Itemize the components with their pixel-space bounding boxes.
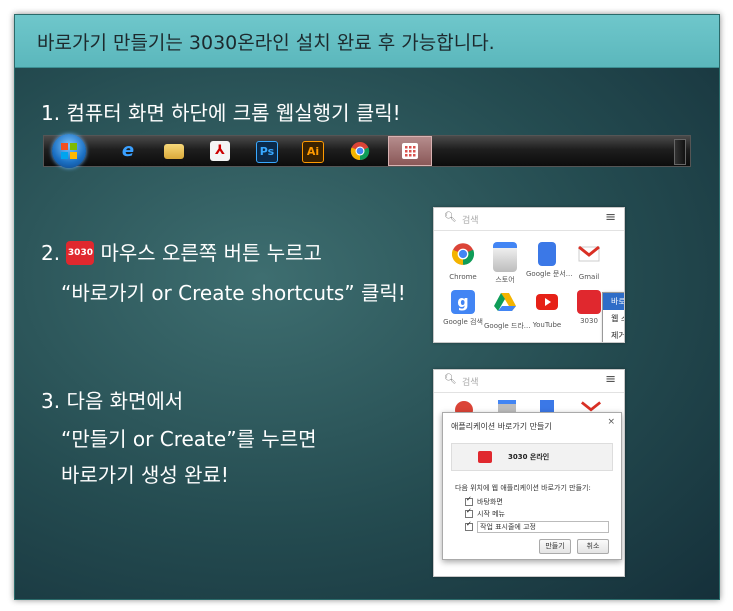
app-launcher-screenshot: 🔍︎ 검색 ≡ Chrome 스토어 Google 문서... Gmail g … [433,207,625,343]
chrome-icon [350,142,370,161]
web-store-icon [493,242,517,272]
photoshop-icon: Ps [256,141,278,163]
option-pin-taskbar[interactable]: 작업 표시줄에 고정 [465,520,609,533]
checkbox-checked-icon[interactable] [465,495,473,506]
app-gmail[interactable]: Gmail [568,242,610,281]
google-drive-icon [494,293,516,311]
step-2-text: 마우스 오른쪽 버튼 누르고 [100,241,322,265]
app-google-search[interactable]: g Google 검색 [442,290,484,327]
step-3-line-3: 바로가기 생성 완료! [61,463,229,487]
app-chrome[interactable]: Chrome [442,242,484,281]
page-title: 바로가기 만들기는 3030온라인 설치 완료 후 가능합니다. [37,32,495,54]
create-shortcut-screenshot: 🔍︎ 검색 ≡ 애플리케이션 바로가기 만들기 × 3030 온라인 다음 위치… [433,369,625,577]
cancel-button[interactable]: 취소 [577,539,609,554]
step-3-line-1: 3. 다음 화면에서 [41,389,184,413]
taskbar-app-launcher[interactable] [388,136,432,166]
taskbar-ie[interactable]: e [106,136,150,166]
step-2-line-1: 2. 3030 마우스 오른쪽 버튼 누르고 [41,237,322,267]
start-button[interactable] [44,134,88,168]
launcher-search-bar[interactable]: 🔍︎ 검색 ≡ [434,208,624,231]
context-create-shortcut[interactable]: 바로가기 만들기... [603,293,624,310]
windows-start-icon [52,134,86,168]
taskbar-illustrator[interactable]: Ai [290,136,334,166]
option-start-menu[interactable]: 시작 메뉴 [465,507,505,519]
dialog-app-card: 3030 온라인 [451,443,613,471]
step-1-text: 1. 컴퓨터 화면 하단에 크롬 웹실행기 클릭! [41,101,401,125]
taskbar-photoshop[interactable]: Ps [244,136,288,166]
context-menu: 바로가기 만들기... 웹 스토어에서 보기 제거 [602,292,624,342]
acrobat-icon: ⅄ [210,141,230,161]
app-store[interactable]: 스토어 [484,242,526,285]
internet-explorer-icon: e [121,140,135,161]
app-launcher-icon [402,143,418,159]
taskbar-acrobat[interactable]: ⅄ [198,136,242,166]
chrome-icon [451,243,475,265]
hamburger-menu-icon[interactable]: ≡ [605,210,616,225]
app-youtube[interactable]: YouTube [526,290,568,329]
taskbar-chrome[interactable] [338,136,382,166]
context-remove[interactable]: 제거 [603,327,624,342]
close-icon[interactable]: × [607,417,615,427]
search-icon: 🔍︎ [444,212,457,223]
dialog-question: 다음 위치에 웹 애플리케이션 바로가기 만들기: [455,484,591,492]
create-shortcut-dialog: 애플리케이션 바로가기 만들기 × 3030 온라인 다음 위치에 웹 애플리케… [442,412,622,560]
hamburger-menu-icon[interactable]: ≡ [605,372,616,387]
google-docs-icon [538,242,556,266]
checkbox-checked-icon[interactable] [465,520,473,531]
google-search-icon: g [451,290,475,314]
app-google-docs[interactable]: Google 문서... [526,242,572,279]
step-3-line-2: “만들기 or Create”를 누르면 [61,427,317,451]
launcher-search-bar[interactable]: 🔍︎ 검색 ≡ [434,370,624,393]
step-2-line-2: “바로가기 or Create shortcuts” 클릭! [61,281,406,305]
option-desktop[interactable]: 바탕화면 [465,495,503,507]
3030-app-icon [478,451,492,463]
search-placeholder: 검색 [462,216,479,226]
taskbar: e ⅄ Ps Ai [43,134,691,168]
create-button[interactable]: 만들기 [539,539,571,554]
search-placeholder: 검색 [462,378,479,388]
illustrator-icon: Ai [302,141,324,163]
show-desktop-button[interactable] [674,139,686,165]
step-2-number: 2. [41,241,61,265]
header-bar: 바로가기 만들기는 3030온라인 설치 완료 후 가능합니다. [15,15,719,68]
dialog-title: 애플리케이션 바로가기 만들기 [451,422,552,431]
taskbar-explorer[interactable] [152,136,196,166]
google-docs-icon [540,400,554,412]
context-view-store[interactable]: 웹 스토어에서 보기 [603,310,624,327]
3030-logo-icon: 3030 [66,240,95,265]
app-google-drive[interactable]: Google 드라... [484,290,530,331]
checkbox-checked-icon[interactable] [465,507,473,518]
gmail-icon [578,245,600,262]
search-icon: 🔍︎ [444,374,457,385]
youtube-icon [536,294,558,310]
file-explorer-icon [164,144,184,159]
dialog-app-name: 3030 온라인 [508,453,550,461]
instruction-panel: 바로가기 만들기는 3030온라인 설치 완료 후 가능합니다. 1. 컴퓨터 … [14,14,720,600]
3030-app-icon [577,290,601,314]
